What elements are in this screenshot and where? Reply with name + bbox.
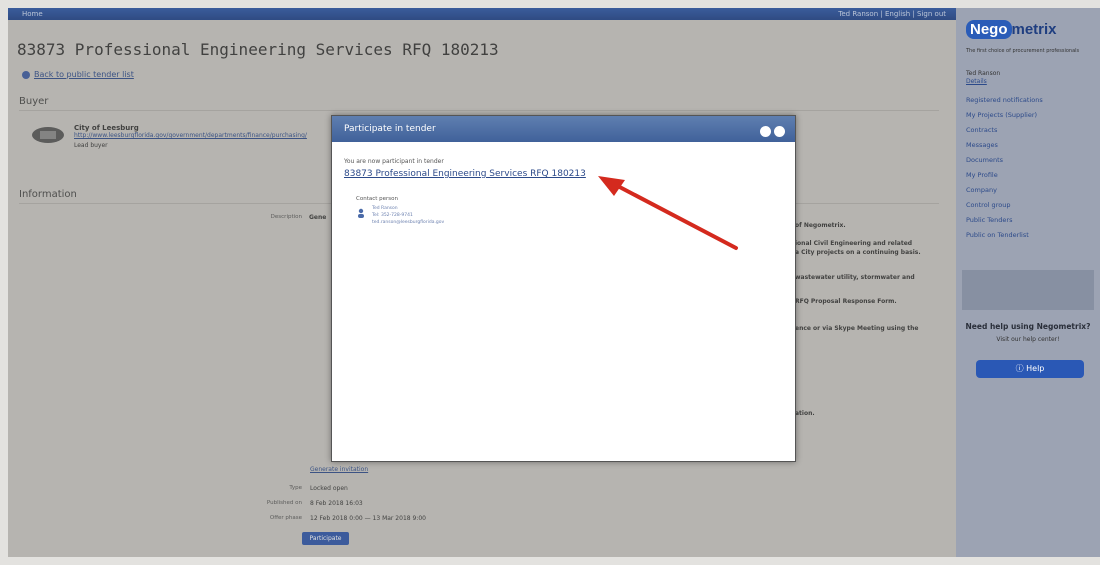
contact-name: Ted Ranson [372,206,398,211]
contact-box [962,270,1094,310]
participate-modal: Participate in tender You are now partic… [331,115,796,462]
close-icon[interactable] [774,126,785,137]
help-button[interactable]: ⓘ Help [976,360,1084,378]
sidebar-item-documents[interactable]: Documents [966,156,1003,164]
help-center-link[interactable]: Visit our help center! [960,336,1096,343]
modal-controls [757,122,785,141]
help-button-label: Help [1026,364,1045,373]
modal-title: Participate in tender [332,116,795,142]
sidebar-item-control-group[interactable]: Control group [966,201,1010,209]
user-details-link[interactable]: Details [966,78,987,85]
contact-email[interactable]: ted.ranson@leesburgflorida.gov [372,220,444,225]
help-question: Need help using Negometrix? [965,322,1091,331]
tender-link[interactable]: 83873 Professional Engineering Services … [344,169,586,179]
sidebar-item-public-tenders[interactable]: Public Tenders [966,216,1012,224]
sidebar-item-public-tenderlist[interactable]: Public on Tenderlist [966,231,1029,239]
sidebar-item-my-projects[interactable]: My Projects (Supplier) [966,111,1037,119]
negometrix-logo: Nego metrix [966,20,1094,46]
contact-person-heading: Contact person [356,196,398,202]
sidebar-item-profile[interactable]: My Profile [966,171,998,179]
sidebar-item-company[interactable]: Company [966,186,997,194]
contact-phone: Tel: 352-728-9741 [372,213,413,218]
participant-note: You are now participant in tender [344,158,444,165]
person-icon [358,208,364,218]
sidebar-item-contracts[interactable]: Contracts [966,126,997,134]
sidebar-item-messages[interactable]: Messages [966,141,998,149]
maximize-icon[interactable] [760,126,771,137]
logo-tagline: The first choice of procurement professi… [966,48,1080,54]
sidebar-item-notifications[interactable]: Registered notifications [966,96,1043,104]
user-name: Ted Ranson [966,70,1001,77]
help-icon: ⓘ [1015,364,1027,373]
